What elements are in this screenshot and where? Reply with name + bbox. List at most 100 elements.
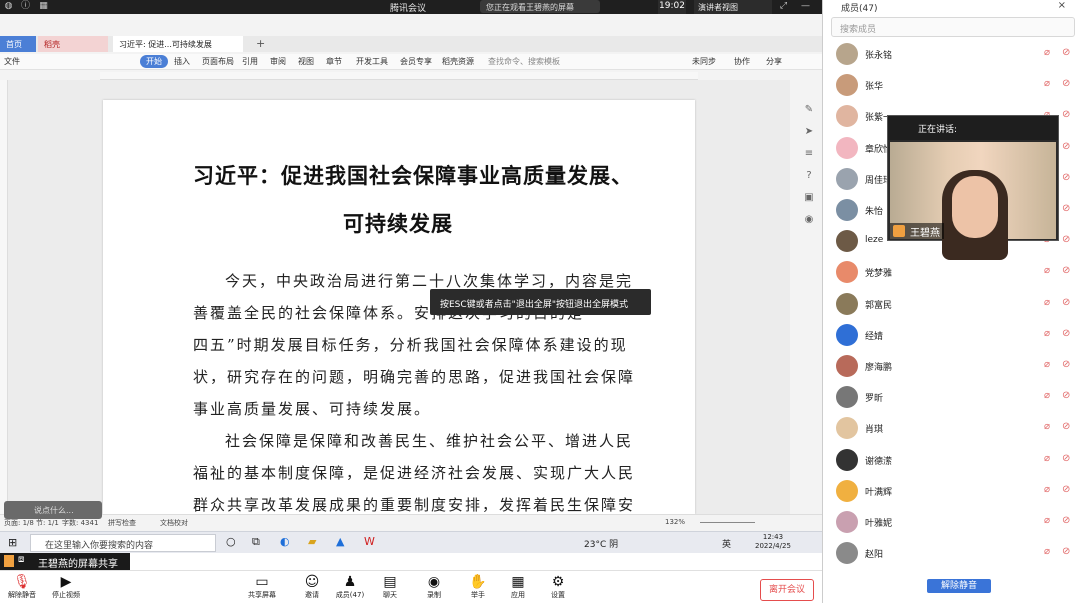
camera-off-icon[interactable]: ⊘ (1062, 421, 1074, 434)
camera-off-icon[interactable]: ⊘ (1062, 265, 1074, 278)
ime-indicator[interactable]: 英 (722, 537, 731, 550)
menu-layout[interactable]: 页面布局 (202, 56, 234, 67)
doc-proof[interactable]: 文档校对 (160, 518, 188, 528)
command-search[interactable]: 查找命令、搜索模板 (488, 56, 560, 67)
location-icon[interactable]: ◉ (803, 214, 815, 226)
menu-insert[interactable]: 插入 (174, 56, 190, 67)
edge-icon[interactable]: ◐ (280, 535, 290, 548)
close-icon[interactable]: × (1058, 0, 1066, 11)
spell-check[interactable]: 拼写检查 (108, 518, 136, 528)
member-item[interactable]: 郭富民 ⌀ ⊘ (831, 291, 1079, 317)
member-item[interactable]: 肖琪 ⌀ ⊘ (831, 415, 1079, 441)
menu-home[interactable]: 开始 (140, 55, 168, 68)
menu-chapter[interactable]: 章节 (326, 56, 342, 67)
mic-off-icon[interactable]: ⌀ (1044, 328, 1054, 341)
camera-off-icon[interactable]: ⊘ (1062, 390, 1074, 403)
raise-hand-button[interactable]: ✋ 举手 (456, 574, 500, 600)
tab-home[interactable]: 首页 (0, 36, 36, 52)
camera-off-icon[interactable]: ⊘ (1062, 234, 1074, 247)
mic-off-icon[interactable]: ⌀ (1044, 297, 1054, 310)
member-search-input[interactable]: 搜索成员 (831, 17, 1075, 37)
camera-off-icon[interactable]: ⊘ (1062, 359, 1074, 372)
share-screen-button[interactable]: ▭ 共享屏幕 (240, 574, 284, 600)
speaker-view-button[interactable]: 演讲者视图 (694, 0, 772, 14)
camera-off-icon[interactable]: ⊘ (1062, 141, 1074, 154)
camera-off-icon[interactable]: ⊘ (1062, 47, 1074, 60)
mic-off-icon[interactable]: ⌀ (1044, 484, 1054, 497)
camera-off-icon[interactable]: ⊘ (1062, 546, 1074, 559)
mic-off-icon[interactable]: ⌀ (1044, 47, 1054, 60)
mic-off-icon[interactable]: ⌀ (1044, 546, 1054, 559)
member-item[interactable]: 党梦雅 ⌀ ⊘ (831, 259, 1079, 285)
mic-off-icon[interactable]: ⌀ (1044, 515, 1054, 528)
member-item[interactable]: 张永铭 ⌀ ⊘ (831, 41, 1079, 67)
camera-off-icon[interactable]: ⊘ (1062, 172, 1074, 185)
apps-button[interactable]: ▦ 应用 (496, 574, 540, 600)
comment-input[interactable]: 说点什么... (4, 501, 102, 519)
member-item[interactable]: 张华 ⌀ ⊘ (831, 72, 1079, 98)
pen-icon[interactable]: ✎ (803, 104, 815, 116)
member-item[interactable]: 廖海鹏 ⌀ ⊘ (831, 353, 1079, 379)
camera-off-icon[interactable]: ⊘ (1062, 203, 1074, 216)
pointer-icon[interactable]: ➤ (803, 126, 815, 138)
menu-docer-res[interactable]: 稻壳资源 (442, 56, 474, 67)
fullscreen-icon[interactable]: ⤢ (778, 1, 789, 12)
unmute-button[interactable]: 🎙 解除静音 (0, 574, 44, 600)
stop-video-button[interactable]: ▶ 停止视频 (44, 574, 88, 600)
wps-app-icon[interactable]: W (364, 535, 375, 548)
new-tab-icon[interactable]: + (256, 37, 265, 50)
mic-off-icon[interactable]: ⌀ (1044, 421, 1054, 434)
menu-member[interactable]: 会员专享 (400, 56, 432, 67)
tab-docer[interactable]: 稻壳 (38, 36, 108, 52)
member-item[interactable]: 叶雅妮 ⌀ ⊘ (831, 509, 1079, 535)
folder-icon[interactable]: ▰ (308, 535, 316, 548)
member-item[interactable]: 经婧 ⌀ ⊘ (831, 322, 1079, 348)
member-item[interactable]: 谢德潆 ⌀ ⊘ (831, 447, 1079, 473)
meeting-app-icon[interactable]: ▲ (336, 535, 344, 548)
taskbar-search[interactable]: 在这里输入你要搜索的内容 (30, 534, 216, 552)
menu-review[interactable]: 审阅 (270, 56, 286, 67)
zoom-level[interactable]: 132% (665, 518, 685, 526)
cortana-icon[interactable]: ○ (226, 535, 236, 548)
share-button[interactable]: 分享 (766, 56, 782, 67)
member-item[interactable]: 罗昕 ⌀ ⊘ (831, 384, 1079, 410)
windows-start-icon[interactable]: ⊞ (8, 536, 17, 549)
leave-meeting-button[interactable]: 离开会议 (760, 579, 814, 601)
camera-off-icon[interactable]: ⊘ (1062, 78, 1074, 91)
mic-off-icon[interactable]: ⌀ (1044, 390, 1054, 403)
sliders-icon[interactable]: ≡ (803, 148, 815, 160)
mic-off-icon[interactable]: ⌀ (1044, 453, 1054, 466)
members-button[interactable]: ♟ 成员(47) (328, 574, 372, 600)
weather-widget[interactable]: 23°C 阴 (584, 537, 618, 550)
zoom-slider[interactable] (700, 522, 755, 523)
image-icon[interactable]: ▣ (803, 192, 815, 204)
member-item[interactable]: 赵阳 ⌀ ⊘ (831, 540, 1079, 566)
member-item[interactable]: 叶满辉 ⌀ ⊘ (831, 478, 1079, 504)
mic-off-icon[interactable]: ⌀ (1044, 265, 1054, 278)
record-button[interactable]: ◉ 录制 (412, 574, 456, 600)
settings-button[interactable]: ⚙ 设置 (536, 574, 580, 600)
mic-off-icon[interactable]: ⌀ (1044, 359, 1054, 372)
tab-current-doc[interactable]: 习近平: 促进...可持续发展 (113, 36, 243, 52)
speaker-video-tile[interactable]: 正在讲话: 王碧燕 (887, 115, 1059, 260)
minimize-icon[interactable]: — (800, 1, 811, 12)
menu-view[interactable]: 视图 (298, 56, 314, 67)
chat-button[interactable]: ▤ 聊天 (368, 574, 412, 600)
menu-developer[interactable]: 开发工具 (356, 56, 388, 67)
camera-off-icon[interactable]: ⊘ (1062, 109, 1074, 122)
grid-icon[interactable]: ▦ (38, 1, 49, 12)
unmute-all-button[interactable]: 解除静音 (927, 579, 991, 593)
mic-off-icon[interactable]: ⌀ (1044, 78, 1054, 91)
menu-file[interactable]: 文件 (4, 56, 20, 67)
camera-off-icon[interactable]: ⊘ (1062, 515, 1074, 528)
collab-button[interactable]: 协作 (734, 56, 750, 67)
camera-off-icon[interactable]: ⊘ (1062, 484, 1074, 497)
menu-reference[interactable]: 引用 (242, 56, 258, 67)
sync-status[interactable]: 未同步 (692, 56, 716, 67)
task-view-icon[interactable]: ⧉ (252, 535, 260, 549)
camera-off-icon[interactable]: ⊘ (1062, 297, 1074, 310)
camera-off-icon[interactable]: ⊘ (1062, 328, 1074, 341)
help-icon[interactable]: ? (803, 170, 815, 182)
camera-off-icon[interactable]: ⊘ (1062, 453, 1074, 466)
viewing-indicator[interactable]: 您正在观看王碧燕的屏幕 (480, 0, 600, 13)
